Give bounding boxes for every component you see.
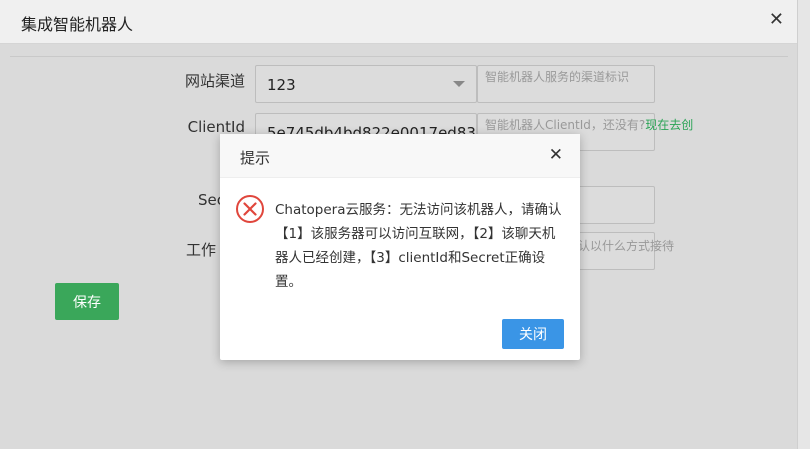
dialog-close-icon[interactable]: ✕ xyxy=(549,145,563,165)
channel-value: 123 xyxy=(267,76,296,94)
chevron-down-icon xyxy=(453,81,465,87)
channel-label: 网站渠道 xyxy=(184,72,245,90)
error-circle-x-icon xyxy=(236,195,264,223)
divider xyxy=(10,56,788,57)
scrollbar[interactable] xyxy=(797,0,810,449)
create-now-link[interactable]: 现在去创 xyxy=(645,118,693,132)
dialog-close-button[interactable]: 关闭 xyxy=(502,319,564,349)
work-mode-hint: 认以什么方式接待 xyxy=(578,239,675,253)
window-title: 集成智能机器人 xyxy=(21,15,134,34)
alert-dialog: 提示 ✕ Chatopera云服务：无法访问该机器人，请确认【1】该服务器可以访… xyxy=(220,134,580,360)
channel-select[interactable]: 123 xyxy=(255,65,477,103)
dialog-header: 提示 ✕ xyxy=(220,134,580,178)
channel-hint: 智能机器人服务的渠道标识 xyxy=(485,70,630,84)
dialog-message: Chatopera云服务：无法访问该机器人，请确认【1】该服务器可以访问互联网，… xyxy=(275,202,562,290)
client-id-hint: 智能机器人ClientId，还没有?现在去创 xyxy=(485,116,693,133)
window-header: 集成智能机器人 ✕ xyxy=(0,0,798,44)
save-button[interactable]: 保存 xyxy=(55,283,119,320)
dialog-title: 提示 xyxy=(240,149,271,167)
window-close-icon[interactable]: ✕ xyxy=(769,9,784,30)
client-id-hint-text: 智能机器人ClientId，还没有? xyxy=(485,118,646,132)
channel-hint-box: 智能机器人服务的渠道标识 xyxy=(477,65,655,103)
